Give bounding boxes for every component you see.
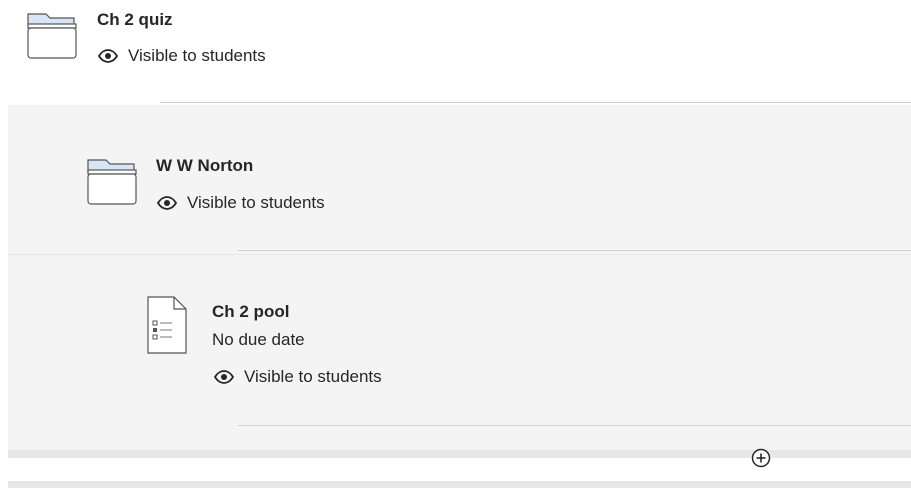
visibility-label: Visible to students [244, 367, 382, 386]
item-title[interactable]: Ch 2 pool [212, 302, 289, 322]
plus-circle-icon[interactable] [751, 448, 771, 468]
item-title[interactable]: W W Norton [156, 156, 253, 176]
visibility-label: Visible to students [128, 46, 266, 65]
visibility-status[interactable]: Visible to students [214, 367, 382, 387]
divider-line [238, 425, 911, 426]
divider-line [160, 102, 911, 103]
folder-icon[interactable] [86, 156, 138, 213]
eye-icon [157, 196, 177, 210]
folder-icon[interactable] [26, 10, 78, 67]
due-date: No due date [212, 330, 305, 349]
visibility-status[interactable]: Visible to students [98, 46, 266, 66]
folder-content-panel [8, 105, 911, 255]
eye-icon [214, 370, 234, 384]
eye-icon [98, 49, 118, 63]
section-divider-bar [8, 450, 911, 458]
test-document-icon[interactable] [146, 295, 188, 360]
subfolder-content-panel [8, 255, 911, 450]
visibility-status[interactable]: Visible to students [157, 193, 325, 213]
visibility-label: Visible to students [187, 193, 325, 212]
divider-line [238, 250, 911, 251]
section-divider-bar [8, 481, 911, 488]
item-title[interactable]: Ch 2 quiz [97, 10, 173, 30]
